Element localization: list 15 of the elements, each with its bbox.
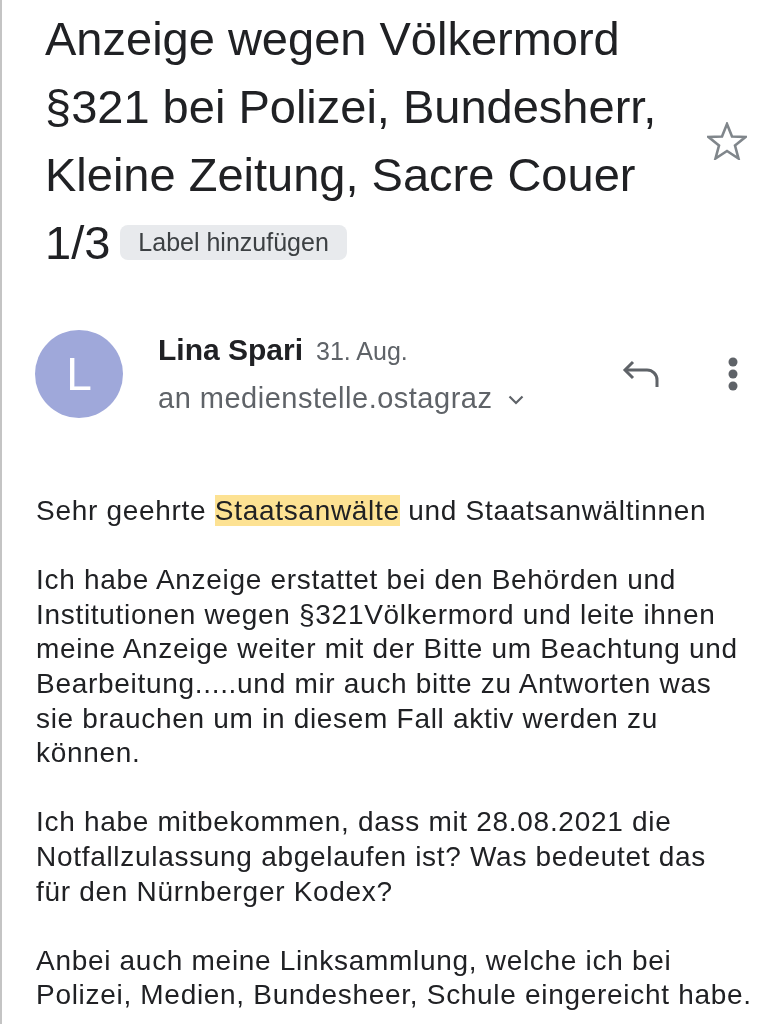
email-subject: Anzeige wegen Völkermord §321 bei Polizei, Bundesherr, Kleine Zeitung, Sacre Couer 1/3 Label hinzufügen bbox=[45, 11, 658, 271]
chevron-down-icon[interactable] bbox=[508, 395, 525, 405]
sender-name: Lina Spari bbox=[158, 332, 304, 368]
highlighted-text: Staatsanwälte bbox=[214, 495, 400, 526]
more-vertical-icon[interactable] bbox=[728, 357, 738, 391]
reply-icon[interactable] bbox=[622, 360, 660, 388]
body-paragraph: Ich habe mitbekommen, dass mit 28.08.2021 die Notfallzulassung abgelaufen ist? Was bedeutet das für den Nürnberger Kodex? bbox=[36, 805, 707, 909]
body-paragraph: Anbei auch meine Linksammlung, welche ich bei Polizei, Medien, Bundesheer, Schule eingereicht habe. bbox=[36, 943, 753, 1013]
body-paragraph: Ich habe Anzeige erstattet bei den Behörden und Institutionen wegen §321Völkermord und leite ihnen meine Anzeige weiter mit der Bitte um Beachtung und Bearbeitung.....und mir auch bitte zu Antworten was sie brauchen um in diesem Fall aktiv werden zu können. bbox=[36, 563, 739, 771]
email-date: 31. Aug. bbox=[316, 336, 408, 367]
add-label-chip[interactable]: Label hinzufügen bbox=[120, 225, 347, 260]
body-paragraph: Sehr geehrte Staatsanwälte und Staatsanwältinnen bbox=[36, 494, 708, 528]
star-icon[interactable] bbox=[707, 122, 747, 160]
avatar: L bbox=[35, 330, 123, 418]
recipient-text: an medienstelle.ostagraz bbox=[158, 381, 493, 416]
